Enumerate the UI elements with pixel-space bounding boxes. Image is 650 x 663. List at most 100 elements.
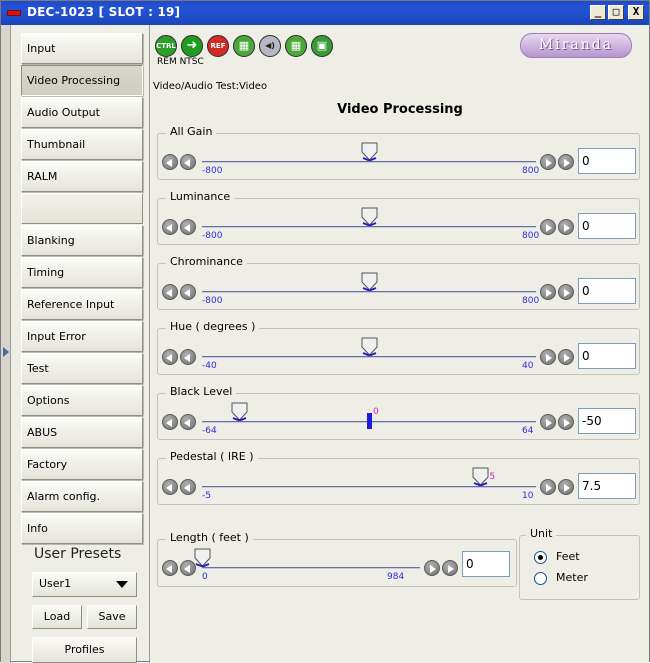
slider-thumb[interactable] <box>361 272 378 291</box>
sidebar-item-timing[interactable]: Timing <box>21 257 143 288</box>
slider-track[interactable] <box>202 356 536 358</box>
slider-max-label: 40 <box>522 361 534 371</box>
increase-button[interactable] <box>540 154 556 170</box>
sidebar-empty-slot <box>21 193 143 224</box>
preset-dropdown[interactable]: User1 <box>32 572 137 597</box>
slider-min-label: -40 <box>202 361 217 371</box>
slider-min-label: -800 <box>202 296 223 306</box>
decrease-button[interactable] <box>180 154 196 170</box>
increase-button[interactable] <box>540 284 556 300</box>
length-value-input[interactable]: 0 <box>462 551 510 577</box>
slider-group: Pedestal ( IRE ) -5 10 7.5 5 <box>157 450 640 505</box>
sidebar-item-reference-input[interactable]: Reference Input <box>21 289 143 320</box>
feet-radio-label[interactable]: Feet <box>556 550 580 563</box>
sidebar-item-options[interactable]: Options <box>21 385 143 416</box>
left-arrow-icon <box>184 289 190 297</box>
feet-radio[interactable] <box>534 551 547 564</box>
slider-value-input[interactable]: 0 <box>578 343 636 369</box>
slider-thumb[interactable] <box>472 467 489 486</box>
sidebar-item-factory[interactable]: Factory <box>21 449 143 480</box>
fast-increase-button[interactable] <box>558 154 574 170</box>
profiles-button[interactable]: Profiles <box>32 637 137 663</box>
layers-icon[interactable]: ▣ <box>311 35 333 57</box>
slider-value-input[interactable]: 0 <box>578 213 636 239</box>
increase-button[interactable] <box>540 219 556 235</box>
increase-button[interactable] <box>540 414 556 430</box>
sidebar-item-input[interactable]: Input <box>21 33 143 64</box>
slider-value-input[interactable]: 7.5 <box>578 473 636 499</box>
decrease-button[interactable] <box>180 414 196 430</box>
fast-increase-button[interactable] <box>558 414 574 430</box>
slider-value-input[interactable]: 0 <box>578 278 636 304</box>
sidebar-item-thumbnail[interactable]: Thumbnail <box>21 129 143 160</box>
rewind-icon <box>166 565 172 573</box>
left-arrow-icon <box>184 419 190 427</box>
sidebar-item-video-processing[interactable]: Video Processing <box>21 65 143 96</box>
fast-increase-button[interactable] <box>558 349 574 365</box>
load-button[interactable]: Load <box>32 605 82 629</box>
meter-radio-label[interactable]: Meter <box>556 571 588 584</box>
fast-increase-button[interactable] <box>558 219 574 235</box>
sidebar-item-info[interactable]: Info <box>21 513 143 544</box>
length-increase-button[interactable] <box>424 560 440 576</box>
slider-max-label: 800 <box>522 231 540 241</box>
close-button[interactable]: X <box>628 5 644 20</box>
maximize-button[interactable]: □ <box>608 5 624 20</box>
length-thumb[interactable] <box>194 548 211 567</box>
slider-max-label: 64 <box>522 426 534 436</box>
slider-track[interactable] <box>202 291 536 293</box>
sidebar-item-ralm[interactable]: RALM <box>21 161 143 192</box>
slider-track[interactable] <box>202 486 536 488</box>
decrease-button[interactable] <box>180 479 196 495</box>
fast-increase-button[interactable] <box>558 284 574 300</box>
audio-speaker-icon[interactable]: ◀) <box>259 35 281 57</box>
slider-thumb[interactable] <box>361 207 378 226</box>
sidebar-item-input-error[interactable]: Input Error <box>21 321 143 352</box>
sidebar-item-audio-output[interactable]: Audio Output <box>21 97 143 128</box>
sidebar-item-test[interactable]: Test <box>21 353 143 384</box>
fast-decrease-button[interactable] <box>162 219 178 235</box>
left-arrow-icon <box>184 224 190 232</box>
length-track[interactable] <box>202 567 420 569</box>
sidebar-item-blanking[interactable]: Blanking <box>21 225 143 256</box>
fast-decrease-button[interactable] <box>162 349 178 365</box>
slider-thumb[interactable] <box>361 337 378 356</box>
length-fast-increase-button[interactable] <box>442 560 458 576</box>
decrease-button[interactable] <box>180 284 196 300</box>
sidebar-item-abus[interactable]: ABUS <box>21 417 143 448</box>
fast-increase-button[interactable] <box>558 479 574 495</box>
preset-selected-value: User1 <box>39 577 72 590</box>
fast-decrease-button[interactable] <box>162 284 178 300</box>
monitor-2-icon[interactable]: ▦ <box>285 35 307 57</box>
save-button[interactable]: Save <box>87 605 137 629</box>
meter-radio[interactable] <box>534 572 547 585</box>
expand-arrow-icon[interactable] <box>3 347 9 357</box>
slider-thumb[interactable] <box>361 142 378 161</box>
monitor-icon[interactable]: ▦ <box>233 35 255 57</box>
increase-button[interactable] <box>540 479 556 495</box>
fast-decrease-button[interactable] <box>162 479 178 495</box>
slider-track[interactable] <box>202 161 536 163</box>
collapse-strip[interactable] <box>1 25 11 663</box>
fast-decrease-button[interactable] <box>162 154 178 170</box>
length-fast-decrease-button[interactable] <box>162 560 178 576</box>
slider-value-input[interactable]: -50 <box>578 408 636 434</box>
length-min-label: 0 <box>202 572 208 582</box>
slider-value-input[interactable]: 0 <box>578 148 636 174</box>
ref-icon[interactable]: REF <box>207 35 229 57</box>
fast-forward-icon <box>564 289 570 297</box>
left-arrow-icon <box>184 565 190 573</box>
rewind-icon <box>166 224 172 232</box>
slider-track[interactable] <box>202 226 536 228</box>
slider-thumb[interactable] <box>231 402 248 421</box>
decrease-button[interactable] <box>180 219 196 235</box>
arrow-right-icon[interactable]: ➜ <box>181 35 203 57</box>
minimize-button[interactable]: _ <box>590 5 606 20</box>
sidebar-item-alarm-config[interactable]: Alarm config. <box>21 481 143 512</box>
right-arrow-icon <box>546 289 552 297</box>
ctrl-icon[interactable]: CTRL <box>155 35 177 57</box>
increase-button[interactable] <box>540 349 556 365</box>
rewind-icon <box>166 354 172 362</box>
fast-decrease-button[interactable] <box>162 414 178 430</box>
decrease-button[interactable] <box>180 349 196 365</box>
